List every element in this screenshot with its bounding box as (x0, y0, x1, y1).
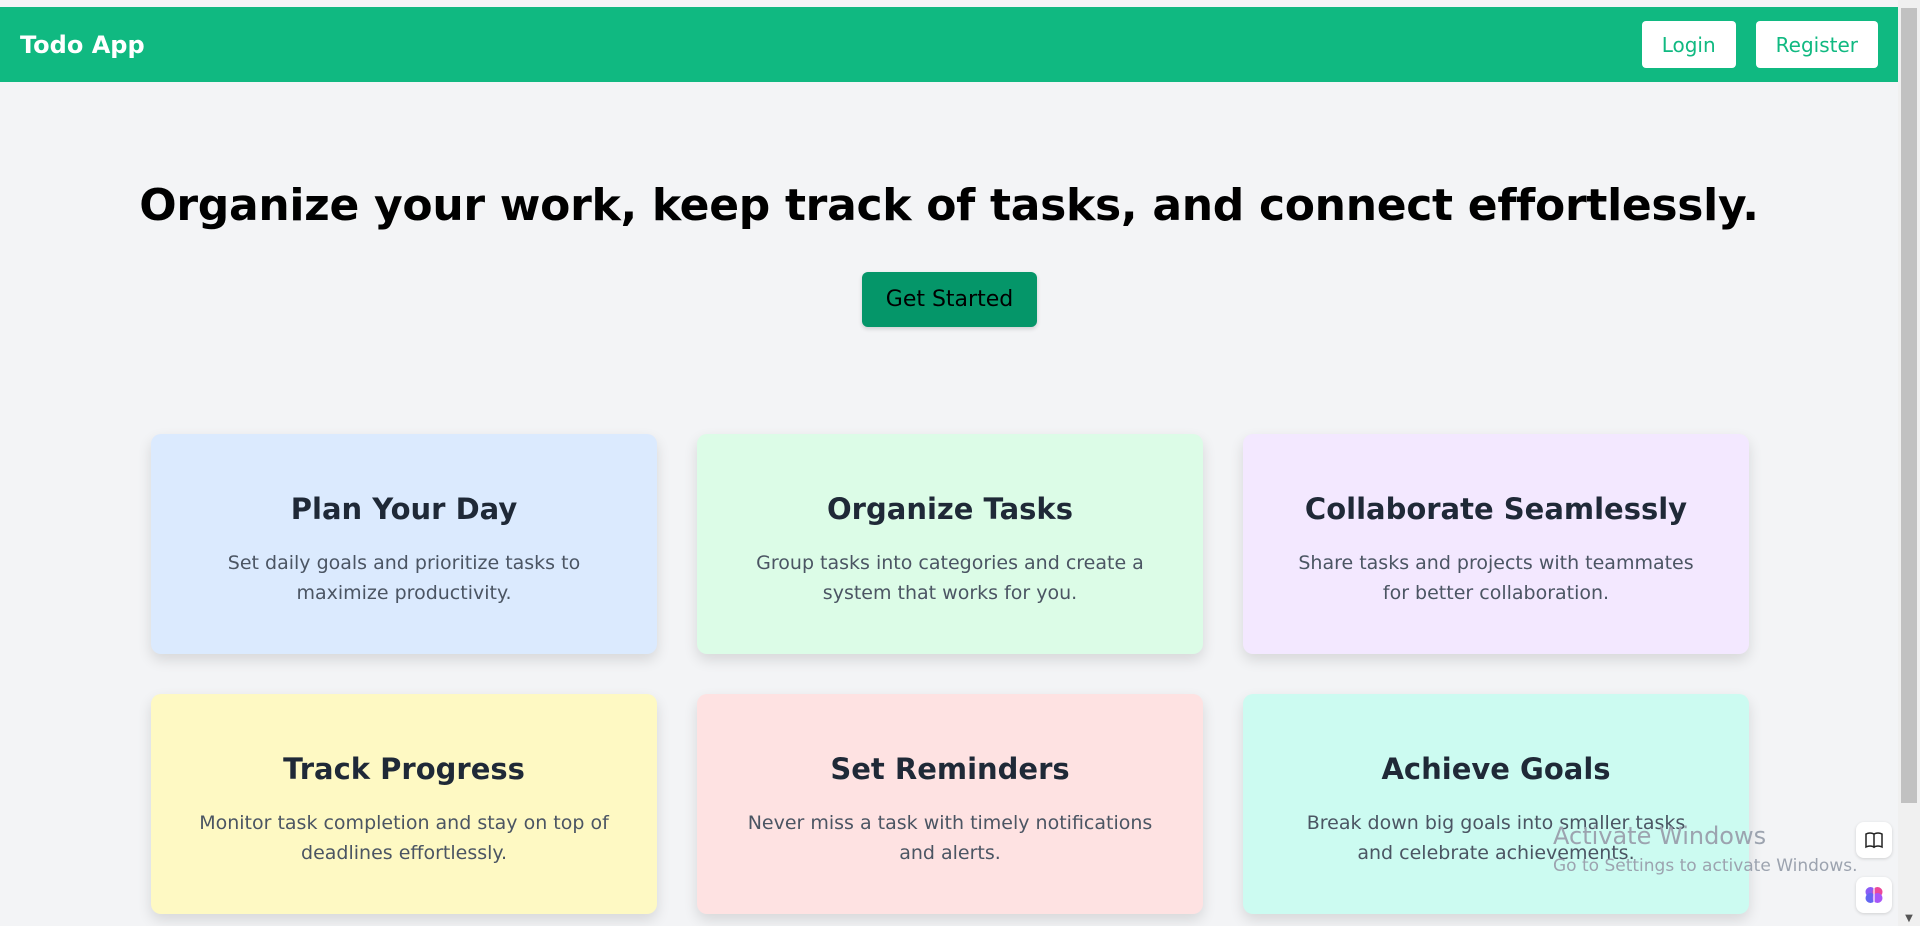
activate-windows-watermark: Activate Windows Go to Settings to activ… (1553, 822, 1858, 876)
vertical-scrollbar[interactable]: ▼ (1898, 0, 1920, 926)
watermark-subtitle: Go to Settings to activate Windows. (1553, 856, 1858, 876)
card-title: Achieve Goals (1381, 752, 1611, 786)
card-title: Organize Tasks (827, 492, 1073, 526)
get-started-button[interactable]: Get Started (862, 272, 1037, 327)
card-title: Set Reminders (830, 752, 1070, 786)
card-title: Collaborate Seamlessly (1304, 492, 1688, 526)
feature-card-collaborate-seamlessly: Collaborate Seamlessly Share tasks and p… (1243, 434, 1749, 654)
register-button[interactable]: Register (1755, 21, 1878, 68)
scrollbar-thumb[interactable] (1901, 8, 1917, 803)
card-description: Share tasks and projects with teammates … (1298, 552, 1694, 604)
card-title: Plan Your Day (290, 492, 518, 526)
feature-card-achieve-goals: Achieve Goals Break down big goals into … (1243, 694, 1749, 914)
brand-logo[interactable]: Todo App (20, 31, 145, 59)
feature-card-track-progress: Track Progress Monitor task completion a… (151, 694, 657, 914)
login-button[interactable]: Login (1641, 21, 1736, 68)
card-title: Track Progress (283, 752, 525, 786)
hero-title: Organize your work, keep track of tasks,… (139, 180, 1759, 231)
card-description: Monitor task completion and stay on top … (199, 812, 609, 864)
navbar: Todo App Login Register (0, 7, 1898, 82)
feature-card-plan-your-day: Plan Your Day Set daily goals and priori… (151, 434, 657, 654)
nav-buttons: Login Register (1641, 21, 1878, 68)
watermark-title: Activate Windows (1553, 822, 1767, 850)
reader-icon[interactable] (1856, 822, 1892, 858)
card-description: Never miss a task with timely notificati… (747, 812, 1153, 864)
top-strip (0, 0, 1898, 7)
brain-icon[interactable] (1856, 877, 1892, 913)
feature-card-organize-tasks: Organize Tasks Group tasks into categori… (697, 434, 1203, 654)
scroll-down-icon[interactable]: ▼ (1898, 913, 1920, 924)
hero-section: Organize your work, keep track of tasks,… (0, 180, 1898, 231)
card-description: Group tasks into categories and create a… (756, 552, 1144, 604)
card-description: Set daily goals and prioritize tasks to … (227, 552, 581, 604)
feature-card-set-reminders: Set Reminders Never miss a task with tim… (697, 694, 1203, 914)
